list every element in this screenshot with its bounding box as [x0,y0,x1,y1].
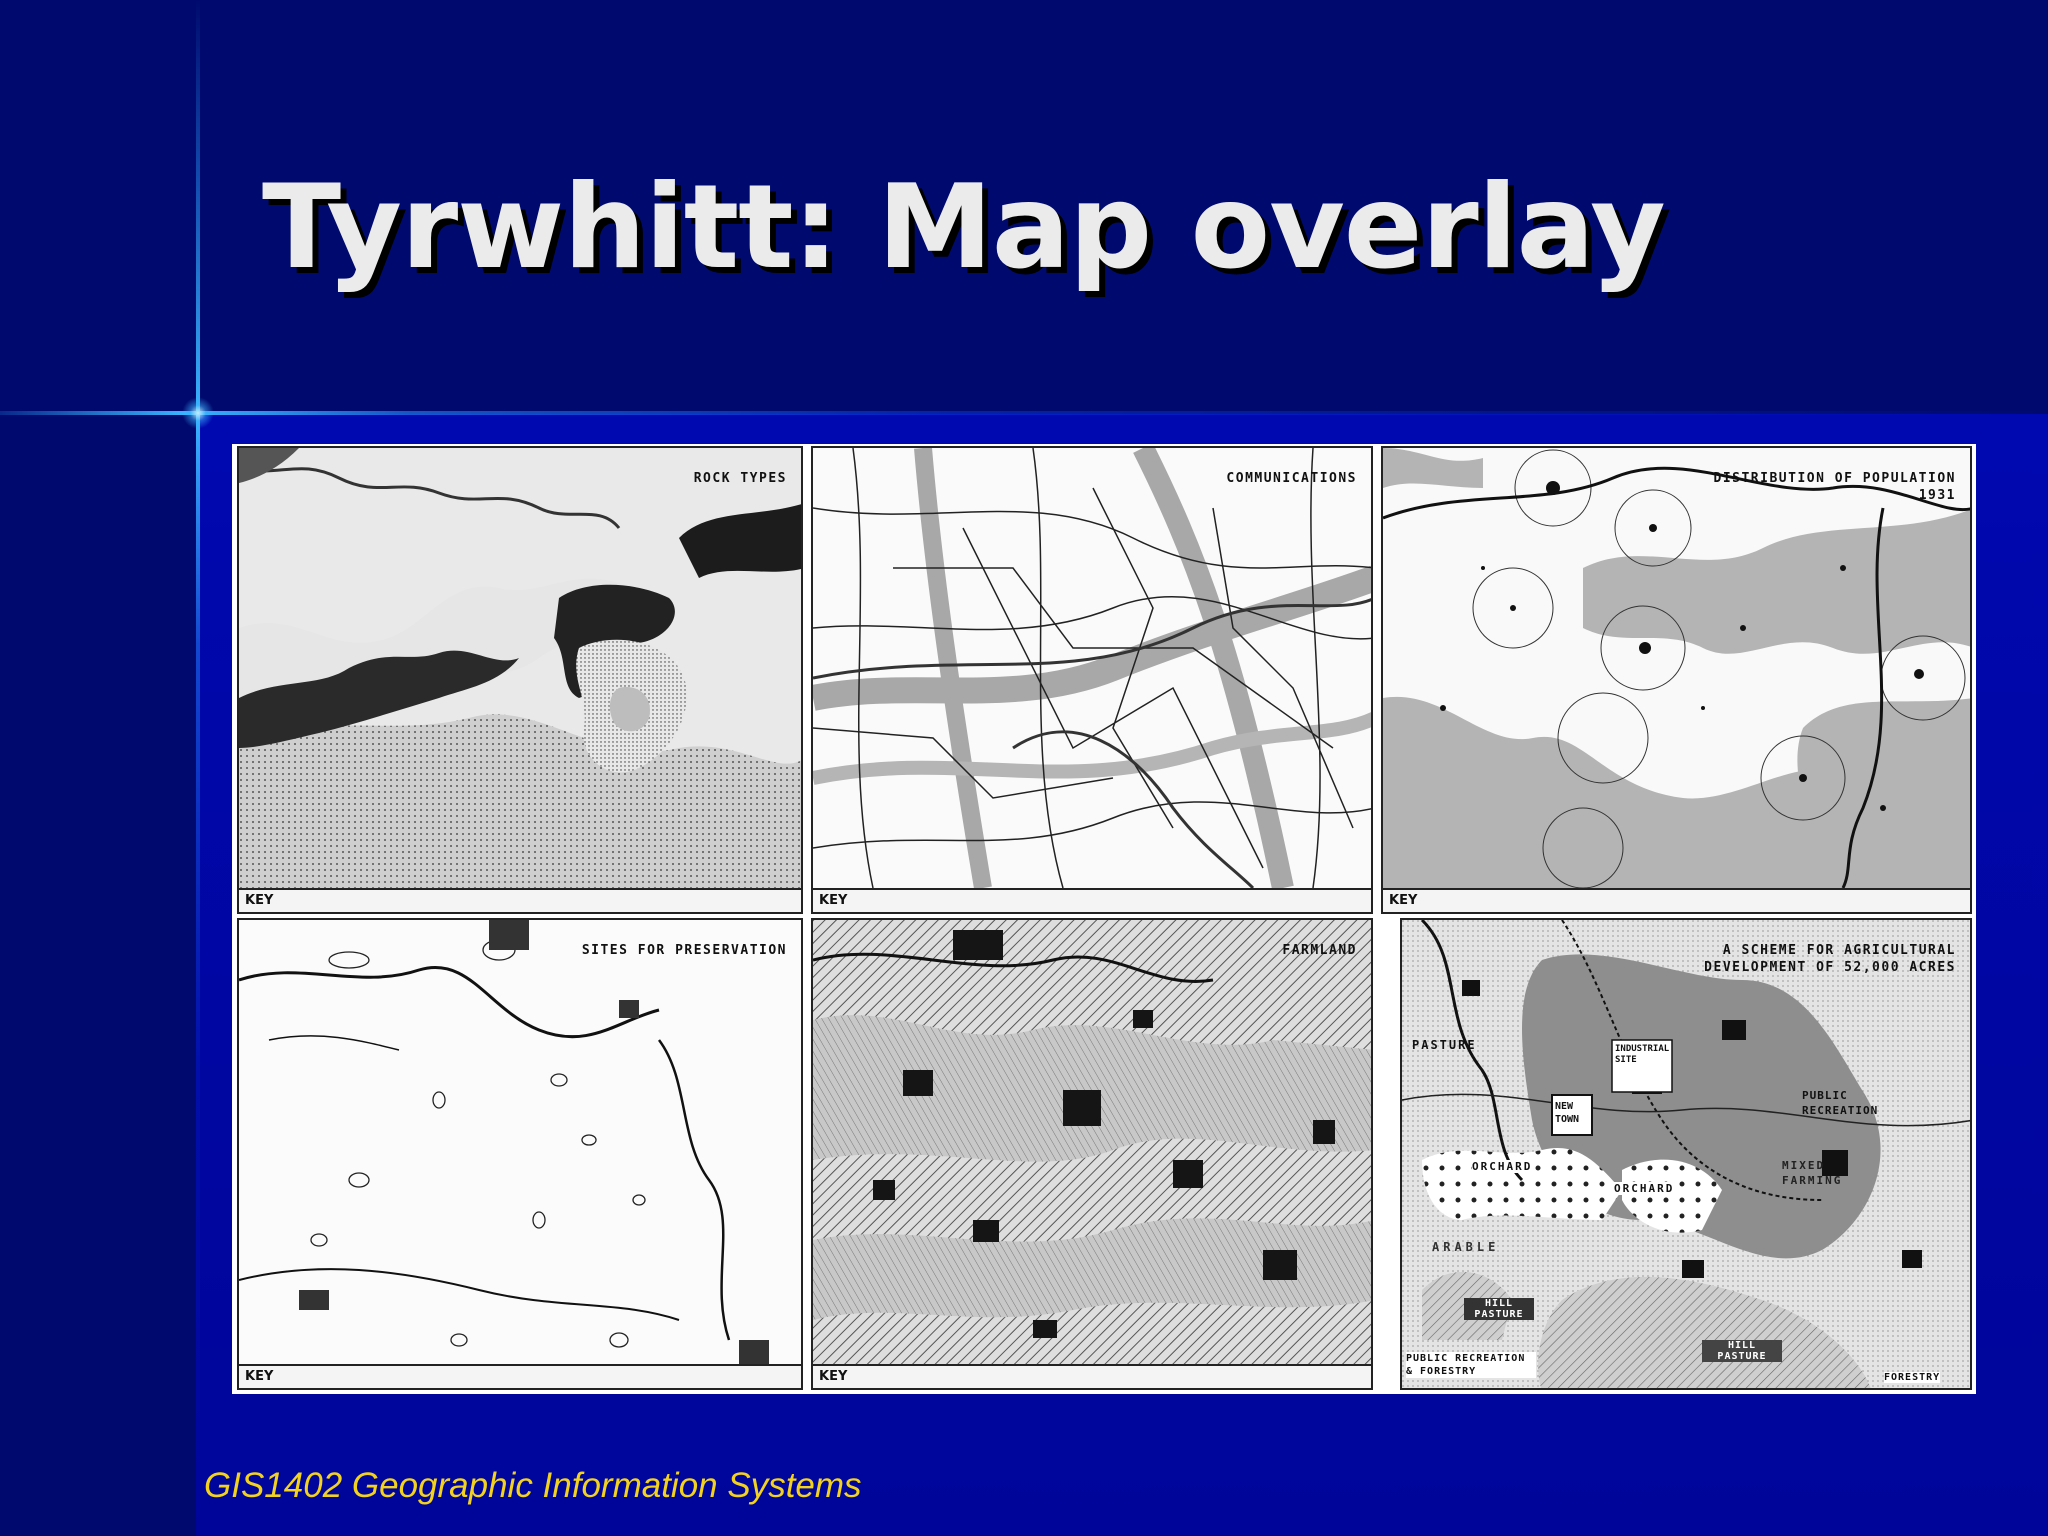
population-map: DISTRIBUTION OF POPULATION 1931 KEY [1381,446,1972,914]
agricultural-scheme-map: A SCHEME FOR AGRICULTURAL DEVELOPMENT OF … [1400,918,1972,1390]
accent-glow [182,397,214,429]
communications-title: COMMUNICATIONS [1226,471,1357,486]
farmland-key-label: KEY [819,1369,848,1384]
scheme-title: A SCHEME FOR AGRICULTURAL DEVELOPMENT OF … [1704,942,1956,976]
label-orchard-right: ORCHARD [1614,1182,1675,1195]
slide-title: Tyrwhitt: Map overlay [262,160,1666,295]
population-title-text: DISTRIBUTION OF POPULATION [1713,471,1956,486]
farmland-title: FARMLAND [1282,943,1357,958]
label-hill-pasture-left: HILL PASTURE [1464,1298,1534,1320]
horizontal-accent-line [0,411,2048,415]
label-forestry: FORESTRY [1884,1372,1941,1383]
preservation-key-label: KEY [245,1369,274,1384]
rock-types-key: KEY [239,888,801,912]
label-industrial-site: INDUSTRIAL SITE [1615,1044,1670,1065]
population-title: DISTRIBUTION OF POPULATION 1931 [1714,470,1957,504]
rock-types-map: ROCK TYPES KEY [237,446,803,914]
label-mixed-farming: MIXED FARMING [1782,1159,1843,1187]
preservation-map: SITES FOR PRESERVATION KEY [237,918,803,1390]
rock-types-key-label: KEY [245,893,274,908]
label-pasture: PASTURE [1412,1038,1477,1052]
slide-footer: GIS1402 Geographic Information Systems [204,1466,862,1505]
label-new-town: NEW TOWN [1555,1101,1580,1125]
communications-key-label: KEY [819,893,848,908]
label-orchard-left: ORCHARD [1472,1160,1533,1173]
label-hill-pasture-right: HILL PASTURE [1702,1340,1782,1362]
preservation-title: SITES FOR PRESERVATION [581,943,787,958]
left-margin-band [0,0,196,1536]
communications-map: COMMUNICATIONS KEY [811,446,1373,914]
rock-types-title: ROCK TYPES [693,471,787,486]
label-public-recreation-forestry: PUBLIC RECREATION & FORESTRY [1406,1352,1536,1378]
population-key-label: KEY [1389,893,1418,908]
population-key: KEY [1383,888,1970,912]
scheme-title-line1: A SCHEME FOR AGRICULTURAL [1722,943,1956,958]
scheme-title-line2: DEVELOPMENT OF 52,000 ACRES [1704,960,1956,975]
farmland-key: KEY [813,1364,1371,1388]
preservation-key: KEY [239,1364,801,1388]
communications-key: KEY [813,888,1371,912]
farmland-map: FARMLAND KEY [811,918,1373,1390]
population-year: 1931 [1918,488,1956,503]
map-overlay-figure: ROCK TYPES KEY COMMUNICATIONS KEY DISTRI… [232,444,1976,1394]
label-public-recreation: PUBLIC RECREATION [1802,1089,1879,1117]
label-arable: ARABLE [1432,1240,1500,1254]
vertical-accent-line [196,0,200,1536]
